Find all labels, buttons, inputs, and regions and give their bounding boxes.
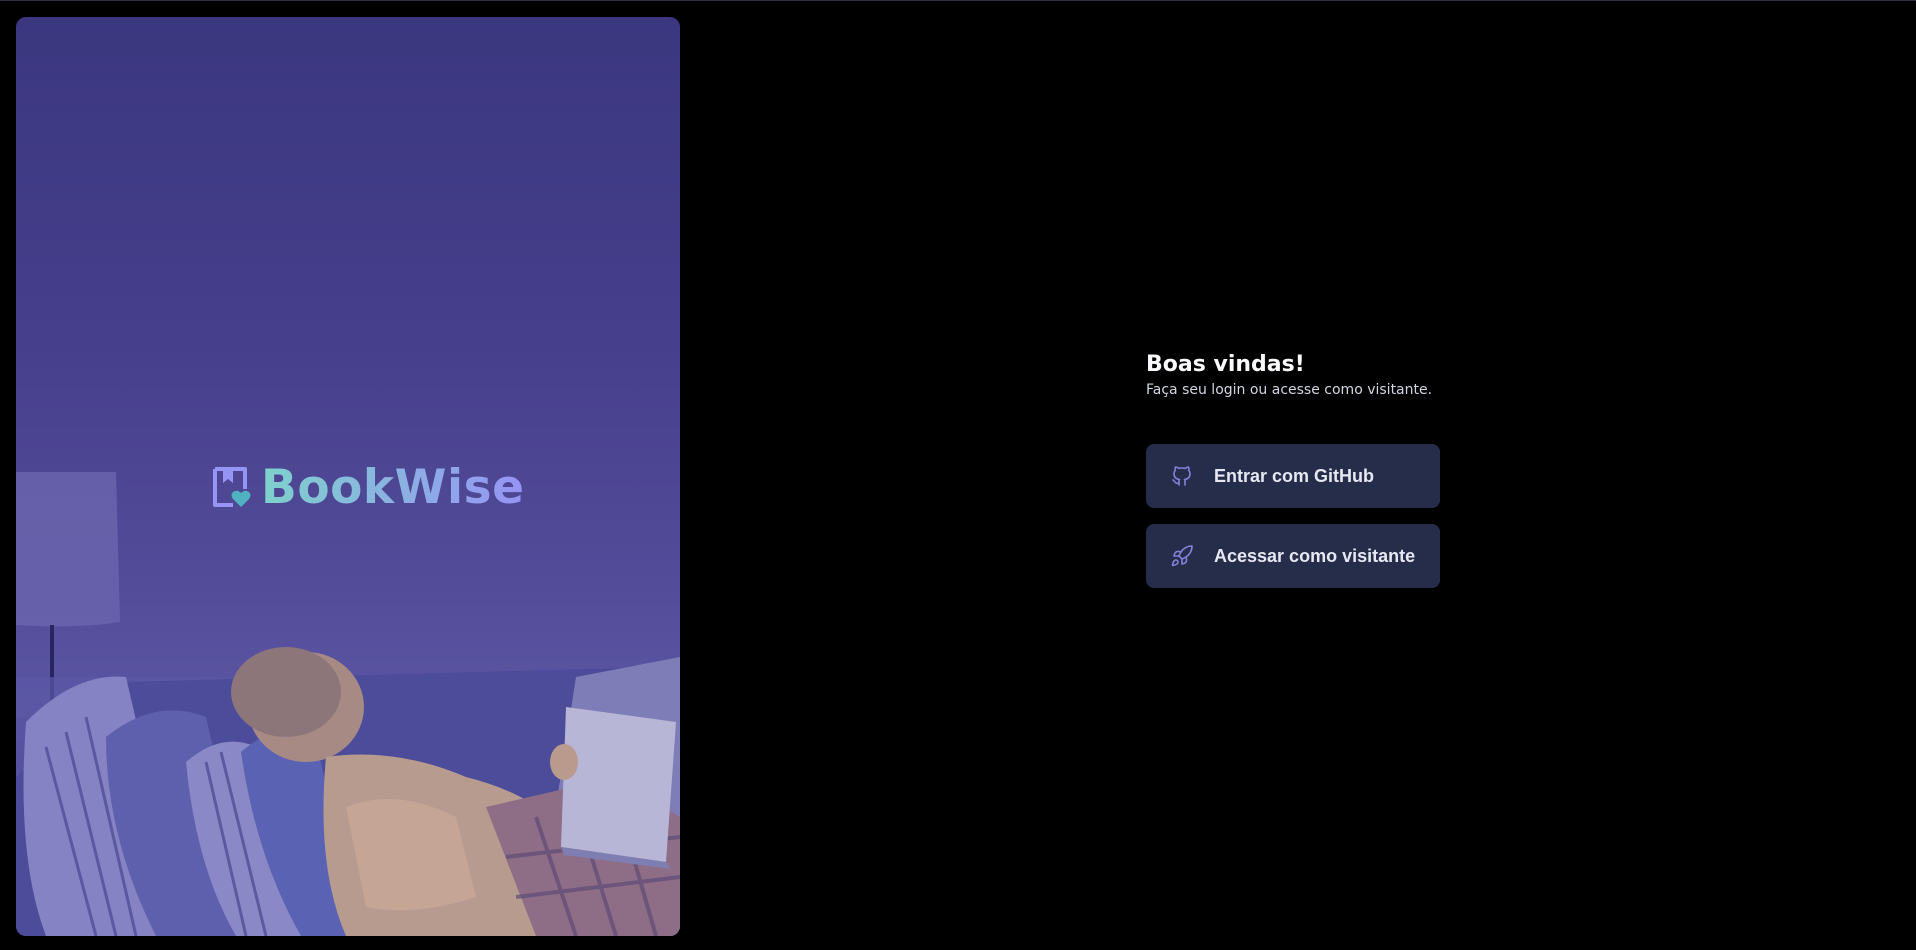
hero-image-panel: BookWise — [16, 17, 680, 936]
window-top-border — [0, 0, 1916, 1]
brand-name: BookWise — [261, 459, 525, 515]
login-panel: Boas vindas! Faça seu login ou acesse co… — [1146, 350, 1446, 588]
welcome-subtitle: Faça seu login ou acesse como visitante. — [1146, 382, 1433, 398]
brand-logo: BookWise — [211, 457, 524, 517]
welcome-title: Boas vindas! — [1146, 352, 1305, 377]
guest-access-label: Acessar como visitante — [1214, 545, 1416, 566]
book-heart-icon — [213, 467, 251, 507]
guest-access-button[interactable]: Acessar como visitante — [1146, 524, 1440, 588]
rocket-icon — [1170, 544, 1194, 568]
github-login-label: Entrar com GitHub — [1214, 465, 1375, 486]
github-login-button[interactable]: Entrar com GitHub — [1146, 444, 1440, 508]
github-icon — [1170, 464, 1194, 488]
